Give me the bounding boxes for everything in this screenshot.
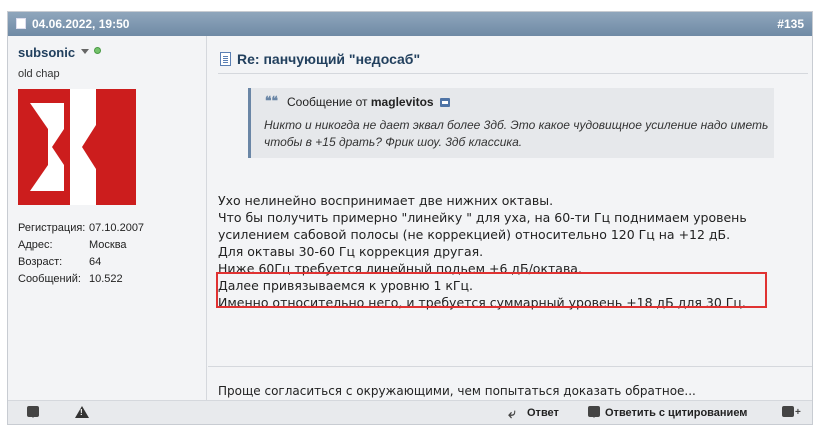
- report-post-icon[interactable]: [27, 406, 39, 418]
- signature-divider: [208, 366, 812, 367]
- stat-value: 64: [89, 256, 102, 268]
- post-number-link[interactable]: #135: [777, 17, 804, 31]
- quote-prefix: Сообщение от: [287, 95, 368, 109]
- user-sidebar: subsonic old chap Регистрация: 07.10.200…: [8, 36, 207, 400]
- post-header: 04.06.2022, 19:50 #135: [8, 12, 812, 36]
- stat-value: Москва: [89, 239, 127, 251]
- post-content: Re: панчующий "недосаб" ❝❝ Сообщение от …: [208, 36, 812, 400]
- quote-reply-icon[interactable]: [588, 406, 600, 418]
- stat-value: 07.10.2007: [89, 222, 145, 234]
- stat-age: Возраст: 64: [18, 256, 208, 273]
- stat-registration: Регистрация: 07.10.2007: [18, 222, 208, 239]
- stat-address: Адрес: Москва: [18, 239, 208, 256]
- quote-author: maglevitos: [370, 95, 434, 109]
- highlight-box: [216, 272, 767, 308]
- reply-button[interactable]: Ответ: [527, 407, 559, 419]
- stat-value: 10.522: [89, 273, 123, 285]
- user-avatar[interactable]: [18, 89, 136, 205]
- signature: Проще согласиться с окружающими, чем поп…: [218, 384, 696, 398]
- quote-icon: ❝❝: [265, 94, 278, 108]
- user-menu-arrow-icon[interactable]: [81, 49, 89, 54]
- body-line: Что бы получить примерно "линейку " для …: [218, 210, 747, 225]
- post-title: Re: панчующий "недосаб": [237, 51, 421, 67]
- reply-icon[interactable]: ⤶: [508, 405, 516, 422]
- user-stats: Регистрация: 07.10.2007 Адрес: Москва Во…: [18, 222, 208, 290]
- body-line: Для октавы 30-60 Гц коррекция другая.: [218, 244, 484, 259]
- view-post-icon[interactable]: [440, 98, 450, 107]
- stat-label: Сообщений:: [18, 273, 81, 285]
- user-title: old chap: [18, 68, 60, 80]
- multi-quote-icon[interactable]: [782, 406, 801, 418]
- stat-label: Регистрация:: [18, 222, 86, 234]
- quote-text: Никто и никогда не дает эквал более 3дб.…: [264, 118, 769, 149]
- warning-icon[interactable]: [75, 406, 89, 418]
- body-line: Ухо нелинейно воспринимает две нижних ок…: [218, 193, 554, 208]
- username-link[interactable]: subsonic: [18, 45, 75, 60]
- post-icon: [16, 18, 26, 29]
- stat-label: Адрес:: [18, 239, 53, 251]
- document-icon: [220, 52, 231, 66]
- post-footer: ⤶ Ответ Ответить с цитированием: [8, 400, 812, 424]
- post-date: 04.06.2022, 19:50: [32, 17, 130, 31]
- post-container: 04.06.2022, 19:50 #135 subsonic old chap…: [7, 11, 813, 425]
- stat-label: Возраст:: [18, 256, 63, 268]
- title-divider: [218, 73, 808, 74]
- online-status-icon: [94, 47, 101, 54]
- quote-header: Сообщение от maglevitos: [287, 95, 434, 109]
- quote-block: ❝❝ Сообщение от maglevitos Никто и никог…: [248, 88, 774, 158]
- reply-with-quote-button[interactable]: Ответить с цитированием: [605, 407, 747, 419]
- stat-posts: Сообщений: 10.522: [18, 273, 208, 290]
- body-line: усилением сабовой полосы (не коррекцией)…: [218, 227, 731, 242]
